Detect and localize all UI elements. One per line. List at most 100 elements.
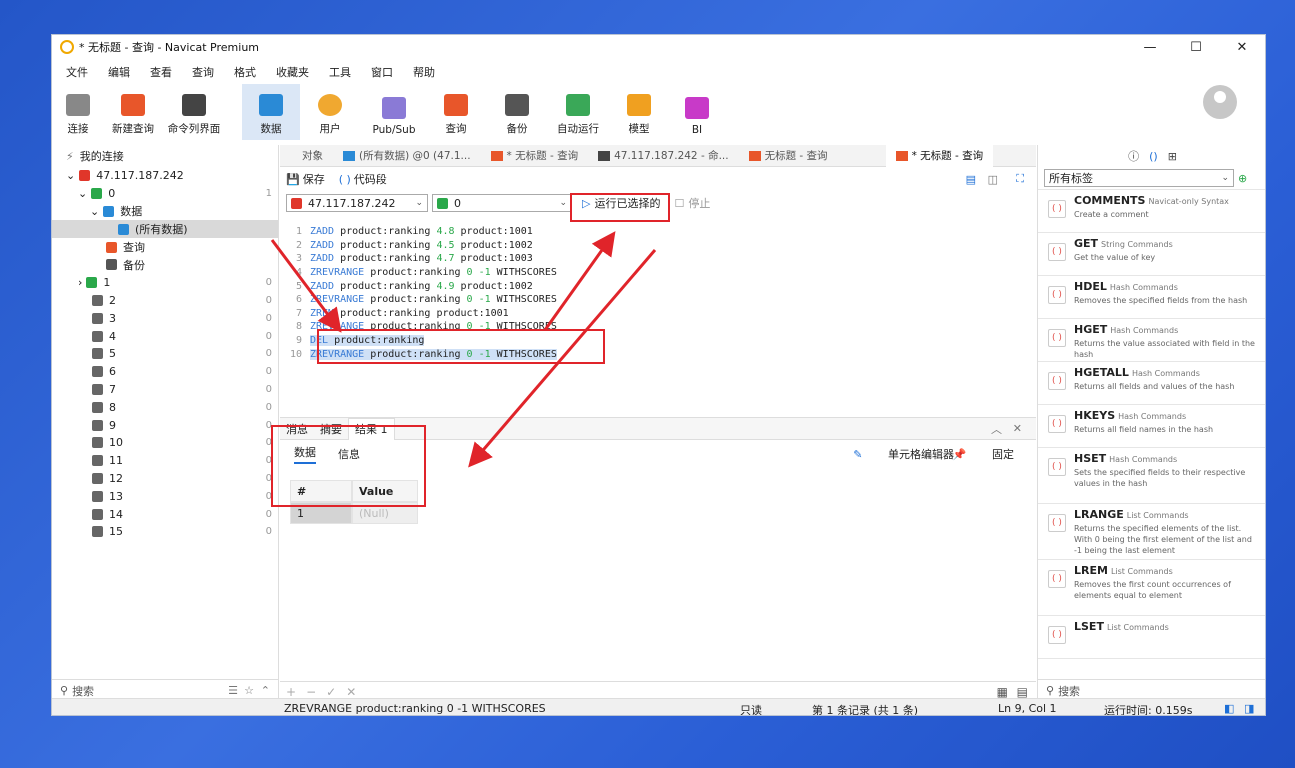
add-icon[interactable]: + [286,685,296,699]
tree-db-2[interactable]: 20 [52,292,278,310]
snippet-item[interactable]: ( ) GET String Commands Get the value of ke… [1038,233,1265,276]
snippet-item[interactable]: ( ) HDEL Hash Commands Removes the specifie… [1038,276,1265,319]
query-button[interactable]: 查询 [428,84,484,140]
cancel-icon[interactable]: ✕ [346,685,356,699]
menu-view[interactable]: 查看 [140,64,182,80]
snippet-item[interactable]: ( ) COMMENTS Navicat-only Syntax Create a c… [1038,190,1265,233]
my-connections-header[interactable]: ⚡ 我的连接 [52,145,278,167]
menu-file[interactable]: 文件 [56,64,98,80]
tree-db-11[interactable]: 11 0 [52,452,278,470]
form-view-icon[interactable]: ▤ [1017,685,1028,699]
tree-db-12[interactable]: 12 0 [52,470,278,488]
tree-db-9[interactable]: 90 [52,416,278,434]
code-line[interactable]: 7 ZREM product:ranking product:1001 [280,307,1036,321]
tree-db-15[interactable]: 15 0 [52,523,278,541]
database-select[interactable]: 0 ⌄ [432,194,572,212]
snippet-item[interactable]: ( ) LRANGE List Commands Returns the specif… [1038,504,1265,560]
connection-select[interactable]: 47.117.187.242 ⌄ [286,194,428,212]
menu-query[interactable]: 查询 [182,64,224,80]
snippet-item[interactable]: ( ) HGET Hash Commands Returns the value as… [1038,319,1265,362]
pubsub-button[interactable]: Pub/Sub [360,84,428,140]
code-line[interactable]: 4 ZREVRANGE product:ranking 0 -1 WITHSCOR… [280,266,1036,280]
code-line[interactable]: 5 ZADD product:ranking 4.9 product:1002 [280,279,1036,293]
tree-data-node[interactable]: ⌄ 数据 [52,203,278,221]
maximize-button[interactable]: ☐ [1173,35,1219,59]
console-button[interactable]: 命令列界面 [162,84,226,140]
snippet-button[interactable]: 代码段 [354,171,387,187]
automation-button[interactable]: 自动运行 [550,84,606,140]
snippet-item[interactable]: ( ) HSET Hash Commands Sets the specified f… [1038,448,1265,504]
chevron-down-icon: ⌄ [66,169,76,183]
tree-db-3[interactable]: 30 [52,309,278,327]
data-button[interactable]: 数据 [242,84,300,140]
menu-tools[interactable]: 工具 [319,64,361,80]
tree-db-14[interactable]: 14 0 [52,505,278,523]
tree-db-4[interactable]: 40 [52,327,278,345]
user-button[interactable]: 用户 [300,84,360,140]
layout-icon[interactable]: ▤ [966,173,976,186]
tree-db-5[interactable]: 50 [52,345,278,363]
db-label: 3 [109,311,116,325]
tab-console[interactable]: 47.117.187.242 - 命... [588,145,738,167]
backup-button[interactable]: 备份 [484,84,550,140]
tree-db-8[interactable]: 80 [52,398,278,416]
tab-all-data[interactable]: (所有数据) @0 (47.1... [333,145,481,167]
tag-filter-select[interactable]: 所有标签 ⌄ [1044,169,1234,187]
code-icon[interactable]: () [1149,150,1158,163]
code-line[interactable]: 1 ZADD product:ranking 4.8 product:1001 [280,225,1036,239]
snippet-item[interactable]: ( ) HKEYS Hash Commands Returns all field n… [1038,405,1265,448]
snippet-item[interactable]: ( ) HGETALL Hash Commands Returns all field… [1038,362,1265,405]
menu-help[interactable]: 帮助 [403,64,445,80]
collapse-icon[interactable]: ⌃ [261,684,270,697]
connect-button[interactable]: 连接 [52,84,104,140]
check-icon[interactable]: ✓ [326,685,336,699]
tree-backup[interactable]: 备份 [52,256,278,274]
star-icon[interactable]: ☆ [244,684,254,697]
info-icon[interactable]: ⓘ [1128,148,1139,164]
tree-db-1[interactable]: › 1 0 [52,274,278,292]
tab-untitled-query-active[interactable]: * 无标题 - 查询 [885,144,994,167]
save-button[interactable]: 保存 [303,171,325,187]
tab-untitled-query-1[interactable]: * 无标题 - 查询 [481,145,589,167]
remove-icon[interactable]: − [306,685,316,699]
tree-query[interactable]: 查询 [52,238,278,256]
menu-format[interactable]: 格式 [224,64,266,80]
code-line[interactable]: 2 ZADD product:ranking 4.5 product:1002 [280,239,1036,253]
fullscreen-icon[interactable]: ⛶ [1016,172,1024,186]
panel-toggle-right-icon[interactable]: ◨ [1244,702,1254,715]
split-icon[interactable]: ◫ [988,173,998,186]
code-line[interactable]: 3 ZADD product:ranking 4.7 product:1003 [280,252,1036,266]
tab-untitled-query-2[interactable]: 无标题 - 查询 [739,145,838,167]
tree-db-0[interactable]: ⌄ 0 1 [52,185,278,203]
tree-db-7[interactable]: 70 [52,381,278,399]
snippet-item[interactable]: ( ) LREM List Commands Removes the first co… [1038,560,1265,616]
pin-button[interactable]: 📌 固定 [953,446,1036,462]
tree-all-data[interactable]: (所有数据) [52,220,278,239]
grid-view-icon[interactable]: ▦ [997,685,1008,699]
menu-edit[interactable]: 编辑 [98,64,140,80]
filter-icon[interactable]: ☰ [228,684,238,697]
code-line[interactable]: 6 ZREVRANGE product:ranking 0 -1 WITHSCOR… [280,293,1036,307]
account-avatar[interactable] [1203,85,1237,119]
db-count: 0 [265,401,272,413]
stop-button[interactable]: ☐ 停止 [674,195,710,211]
panel-toggle-left-icon[interactable]: ◧ [1224,702,1234,715]
snippet-item[interactable]: ( ) LSET List Commands [1038,616,1265,659]
close-icon[interactable]: ✕ [1007,418,1028,440]
collapse-icon[interactable]: ︿ [985,418,1008,440]
minimize-button[interactable]: — [1127,35,1173,59]
close-button[interactable]: ✕ [1219,35,1265,59]
grid-icon[interactable]: ⊞ [1168,150,1177,163]
menu-window[interactable]: 窗口 [361,64,403,80]
tree-db-13[interactable]: 13 0 [52,487,278,505]
add-snippet-icon[interactable]: ⊕ [1238,172,1247,185]
code-tail: product:1002 [454,239,533,251]
tree-connection[interactable]: ⌄ 47.117.187.242 [52,167,278,185]
tree-db-10[interactable]: 10 0 [52,434,278,452]
menu-favorites[interactable]: 收藏夹 [266,64,319,80]
model-button[interactable]: 模型 [606,84,672,140]
tree-db-6[interactable]: 60 [52,363,278,381]
tab-objects[interactable]: 对象 [280,145,333,167]
new-query-button[interactable]: 新建查询 [104,84,162,140]
bi-button[interactable]: BI [672,84,722,140]
